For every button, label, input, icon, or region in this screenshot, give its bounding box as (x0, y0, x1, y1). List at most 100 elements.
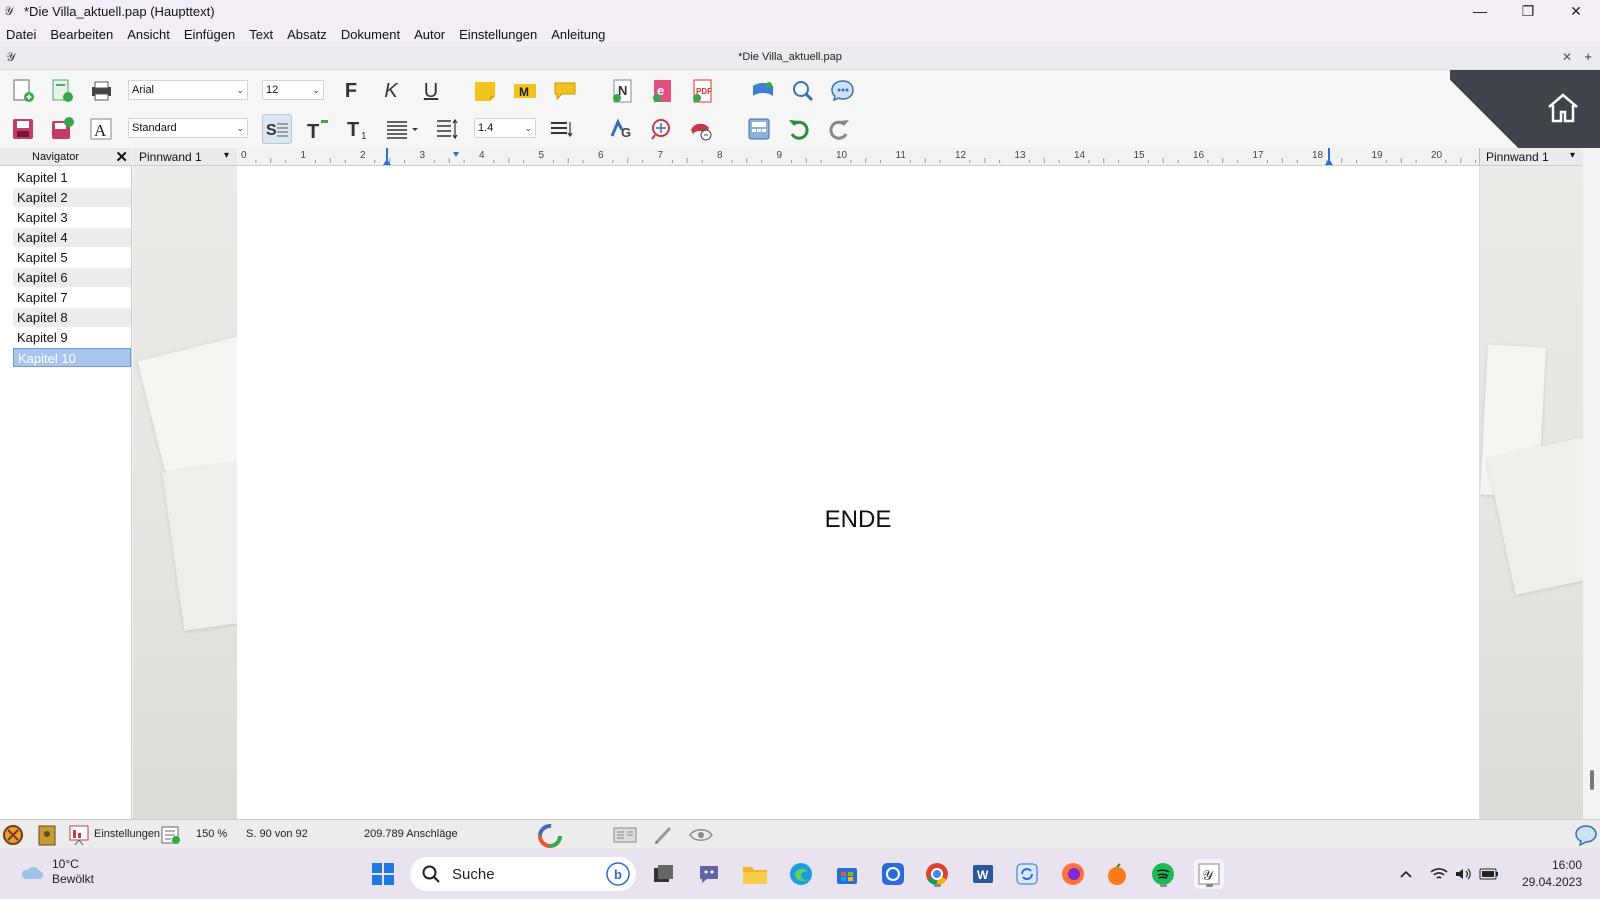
chevron-up-icon[interactable] (1396, 859, 1416, 889)
underline-button[interactable]: U (416, 76, 446, 106)
redo-icon[interactable] (824, 114, 854, 144)
document-page[interactable]: ENDE (237, 166, 1479, 819)
close-navigator-icon[interactable]: ✕ (115, 148, 128, 166)
bing-icon[interactable]: b (606, 862, 630, 886)
ruler-indent-marker[interactable] (453, 152, 459, 157)
task-view-icon[interactable] (648, 859, 678, 889)
menu-datei[interactable]: Datei (6, 27, 36, 42)
eye-icon[interactable] (688, 825, 714, 848)
pinboard-right-header[interactable]: Pinnwand 1 ▾ (1479, 148, 1583, 166)
spellcheck-icon[interactable] (686, 114, 716, 144)
battery-icon[interactable] (1478, 859, 1500, 889)
close-document-icon[interactable]: ✕ (1562, 50, 1572, 64)
new-tab-icon[interactable]: + (1584, 49, 1592, 64)
signal-app-icon[interactable] (878, 859, 908, 889)
navigator-item-kapitel-1[interactable]: Kapitel 1 (13, 168, 131, 187)
menu-text[interactable]: Text (249, 27, 273, 42)
taskbar-clock[interactable]: 16:00 29.04.2023 (1522, 857, 1582, 891)
paragraph-spacing-icon[interactable] (546, 114, 576, 144)
thesaurus-icon[interactable] (748, 76, 778, 106)
navigator-item-kapitel-10[interactable]: Kapitel 10 (13, 348, 131, 367)
orange-app-icon[interactable] (1102, 859, 1132, 889)
papyrus-taskbar-icon[interactable]: 𝒴 (1194, 859, 1224, 889)
export-pdf-icon[interactable]: PDF (688, 76, 718, 106)
navigator-item-kapitel-7[interactable]: Kapitel 7 (13, 288, 131, 307)
navigator-item-kapitel-4[interactable]: Kapitel 4 (13, 228, 131, 247)
compass-icon[interactable] (2, 824, 24, 849)
minimize-button[interactable]: — (1456, 0, 1504, 22)
save-as-icon[interactable] (47, 114, 77, 144)
calculator-icon[interactable] (744, 114, 774, 144)
font-family-select[interactable]: Arial ⌄ (128, 80, 248, 100)
info-panel-icon[interactable] (36, 824, 58, 849)
chrome-browser-icon[interactable] (922, 859, 952, 889)
new-document-icon[interactable] (8, 76, 38, 106)
edge-browser-icon[interactable] (786, 859, 816, 889)
close-button[interactable]: ✕ (1552, 0, 1600, 22)
reading-mode-icon[interactable] (612, 825, 638, 848)
firefox-browser-icon[interactable] (1058, 859, 1088, 889)
document-tab-title[interactable]: *Die Villa_aktuell.pap (0, 51, 1580, 63)
paragraph-style-select[interactable]: Standard ⌄ (128, 118, 248, 138)
alignment-dropdown-icon[interactable] (382, 114, 422, 144)
style-analysis-icon[interactable] (646, 114, 676, 144)
sync-app-icon[interactable] (1012, 859, 1042, 889)
file-explorer-icon[interactable] (740, 859, 770, 889)
navigator-item-kapitel-6[interactable]: Kapitel 6 (13, 268, 131, 287)
navigator-item-kapitel-3[interactable]: Kapitel 3 (13, 208, 131, 227)
spotify-icon[interactable] (1148, 859, 1178, 889)
weather-widget[interactable]: 10°C Bewölkt (18, 857, 94, 887)
italic-button[interactable]: K (376, 76, 406, 106)
windows-start-icon[interactable] (368, 859, 398, 889)
navigator-item-kapitel-9[interactable]: Kapitel 9 (13, 328, 131, 347)
zoom-level[interactable]: 150 % (196, 828, 227, 840)
print-icon[interactable] (86, 76, 116, 106)
marker-icon[interactable]: M (510, 76, 540, 106)
home-icon[interactable] (1546, 92, 1580, 124)
pinboard-left-header[interactable]: Pinnwand 1 ▾ (133, 148, 237, 166)
text-style-icon[interactable]: A (86, 114, 116, 144)
subscript-icon[interactable]: T1 (342, 114, 372, 144)
style-sheet-icon[interactable]: S (262, 114, 292, 144)
menu-autor[interactable]: Autor (414, 27, 445, 42)
menu-bearbeiten[interactable]: Bearbeiten (50, 27, 113, 42)
document-stats-icon[interactable] (160, 825, 182, 848)
navigator-item-kapitel-8[interactable]: Kapitel 8 (13, 308, 131, 327)
goal-progress-icon[interactable] (538, 824, 562, 851)
chevron-down-icon[interactable]: ▾ (1570, 150, 1575, 161)
microsoft-store-icon[interactable] (832, 859, 862, 889)
taskbar-search-input[interactable]: Suche b (410, 857, 636, 891)
vertical-scrollbar[interactable] (1583, 148, 1600, 819)
scrollbar-thumb[interactable] (1590, 770, 1594, 790)
undo-icon[interactable] (784, 114, 814, 144)
menu-einstellungen[interactable]: Einstellungen (459, 27, 537, 42)
menu-ansicht[interactable]: Ansicht (127, 27, 170, 42)
menu-dokument[interactable]: Dokument (341, 27, 400, 42)
line-spacing-icon[interactable] (432, 114, 462, 144)
export-n-icon[interactable]: N (608, 76, 638, 106)
open-document-icon[interactable] (47, 76, 77, 106)
sticky-note-icon[interactable] (470, 76, 500, 106)
duden-check-icon[interactable]: G (606, 114, 636, 144)
word-icon[interactable]: W (968, 859, 998, 889)
pen-icon[interactable] (652, 825, 674, 848)
page-text[interactable]: ENDE (237, 506, 1479, 534)
menu-einfuegen[interactable]: Einfügen (184, 27, 235, 42)
bold-button[interactable]: F (336, 76, 366, 106)
wifi-icon[interactable] (1428, 859, 1450, 889)
speech-bubble-icon[interactable] (828, 76, 858, 106)
navigator-item-kapitel-2[interactable]: Kapitel 2 (13, 188, 131, 207)
comment-icon[interactable] (550, 76, 580, 106)
font-size-select[interactable]: 12 ⌄ (262, 80, 324, 100)
settings-label[interactable]: Einstellungen (94, 828, 160, 840)
ruler[interactable]: 0 1 2 3 4 5 6 7 8 9 10 11 12 13 14 15 16 17 18 19 20 (237, 148, 1479, 166)
navigator-item-kapitel-5[interactable]: Kapitel 5 (13, 248, 131, 267)
save-icon[interactable] (8, 114, 38, 144)
export-epub-icon[interactable]: e (648, 76, 678, 106)
chat-bubble-icon[interactable] (1574, 824, 1598, 849)
volume-icon[interactable] (1452, 859, 1474, 889)
teams-chat-icon[interactable] (694, 859, 724, 889)
menu-anleitung[interactable]: Anleitung (551, 27, 605, 42)
chevron-down-icon[interactable]: ▾ (224, 150, 229, 161)
menu-absatz[interactable]: Absatz (287, 27, 327, 42)
